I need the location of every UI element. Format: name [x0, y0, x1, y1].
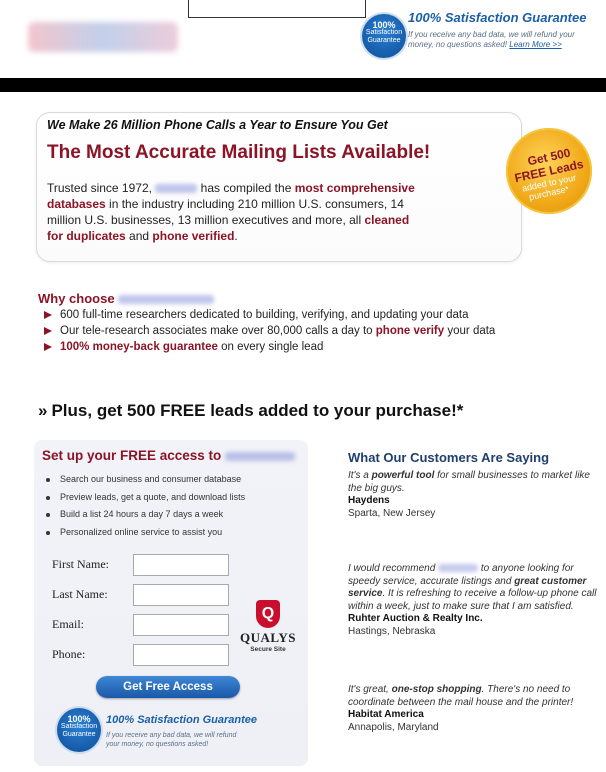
qualys-secure-badge[interactable]: Q QUALYS Secure Site	[236, 596, 300, 653]
quote-text: I would recommend	[348, 563, 436, 574]
testimonial-author: Haydens	[348, 495, 390, 506]
qualys-name: QUALYS	[240, 630, 296, 645]
hero-body: Trusted since 1972, has compiled the mos…	[47, 180, 427, 244]
first-name-input[interactable]	[133, 554, 229, 576]
why-choose-heading: Why choose	[38, 291, 215, 306]
email-label: Email:	[52, 617, 84, 631]
hero-subtitle: We Make 26 Million Phone Calls a Year to…	[47, 118, 388, 132]
top-empty-box	[188, 0, 366, 18]
qualys-secure-site: Secure Site	[250, 646, 286, 653]
list-item-text: Preview leads, get a quote, and download…	[60, 491, 246, 502]
hero-body-text: and	[129, 229, 150, 243]
bullet-dot-icon	[46, 478, 50, 482]
list-item-emphasis: 100% money-back guarantee	[60, 341, 218, 353]
list-item: Personalized online service to assist yo…	[42, 524, 245, 542]
list-item-text: Our tele-research associates make over 8…	[60, 325, 373, 337]
arrow-bullet-icon	[44, 311, 52, 319]
last-name-input[interactable]	[133, 584, 229, 606]
seal-percent: 100%	[67, 714, 91, 724]
phone-label: Phone:	[52, 647, 86, 661]
hero-body-text: .	[234, 229, 238, 243]
form-guarantee-title: 100% Satisfaction Guarantee	[106, 714, 258, 726]
double-chevron-icon: »	[38, 401, 48, 420]
hero-body-text: has compiled the	[200, 181, 292, 195]
quote-emphasis: powerful tool	[371, 470, 435, 481]
phone-input[interactable]	[133, 644, 229, 666]
testimonial: It's a powerful tool for small businesse…	[348, 470, 606, 520]
free-leads-headline: » Plus, get 500 FREE leads added to your …	[38, 401, 463, 421]
arrow-bullet-icon	[44, 343, 52, 351]
free-leads-headline-text: Plus, get 500 FREE leads added to your p…	[51, 401, 464, 420]
list-item-text: Build a list 24 hours a day 7 days a wee…	[60, 509, 224, 519]
quote-text: . It is refreshing to receive a follow-u…	[348, 588, 597, 612]
email-input[interactable]	[133, 614, 229, 636]
form-guarantee-line1: If you receive any bad data, we will ref…	[106, 732, 237, 739]
hero-title: The Most Accurate Mailing Lists Availabl…	[47, 142, 431, 163]
testimonial: It's great, one-stop shopping. There's n…	[348, 684, 606, 734]
list-item: Our tele-research associates make over 8…	[40, 323, 495, 339]
testimonial-author: Ruhter Auction & Realty Inc.	[348, 613, 483, 624]
testimonial-quote: It's a powerful tool for small businesse…	[348, 470, 606, 495]
list-item: 100% money-back guarantee on every singl…	[40, 339, 495, 355]
list-item-emphasis: phone verify	[375, 325, 445, 337]
list-item: Search our business and consumer databas…	[42, 471, 245, 489]
testimonials-heading: What Our Customers Are Saying	[348, 450, 550, 465]
list-item-text: on every single lead	[221, 341, 324, 353]
blurred-brand-name	[225, 451, 296, 461]
site-logo[interactable]	[28, 22, 178, 52]
header-divider-band	[0, 78, 606, 92]
quote-text: It's a	[348, 470, 369, 481]
header-guarantee-text: If you receive any bad data, we will ref…	[408, 30, 604, 50]
bullet-dot-icon	[46, 495, 50, 500]
list-item: Preview leads, get a quote, and download…	[42, 489, 245, 507]
satisfaction-seal-icon: 100% Satisfaction Guarantee	[57, 708, 101, 752]
list-item: 600 full-time researchers dedicated to b…	[40, 307, 495, 323]
seal-word: Satisfaction	[365, 29, 403, 36]
testimonial-quote: It's great, one-stop shopping. There's n…	[348, 684, 606, 709]
top-header: 100% Satisfaction Guarantee 100% Satisfa…	[0, 0, 606, 78]
satisfaction-seal-icon: 100% Satisfaction Guarantee	[362, 14, 406, 58]
seal-word-2: Guarantee	[62, 731, 96, 738]
why-choose-label: Why choose	[38, 291, 115, 306]
form-guarantee-line2: your money, no questions asked!	[106, 741, 209, 748]
arrow-bullet-icon	[44, 327, 52, 335]
hero-body-text: Trusted since 1972,	[47, 181, 152, 195]
testimonial-author: Habitat America	[348, 709, 424, 720]
testimonial-location: Annapolis, Maryland	[348, 721, 439, 733]
blurred-brand-name	[118, 295, 215, 305]
form-guarantee-text: If you receive any bad data, we will ref…	[106, 731, 306, 749]
learn-more-link[interactable]: Learn More >>	[509, 40, 561, 49]
list-item-text: Personalized online service to assist yo…	[60, 526, 223, 537]
testimonial-location: Sparta, New Jersey	[348, 507, 436, 519]
blurred-brand-name	[155, 184, 198, 194]
testimonial-location: Hastings, Nebraska	[348, 625, 436, 637]
free-leads-badge: Get 500 FREE Leads added to your purchas…	[506, 128, 592, 214]
why-choose-list: 600 full-time researchers dedicated to b…	[40, 307, 495, 355]
testimonial: I would recommend to anyone looking for …	[348, 563, 606, 638]
quote-emphasis: one-stop shopping	[391, 684, 482, 695]
list-item-text: 600 full-time researchers dedicated to b…	[60, 309, 469, 321]
list-item-text: your data	[447, 325, 496, 337]
hero-body-emphasis: phone verified	[152, 229, 235, 243]
get-free-access-button[interactable]: Get Free Access	[96, 676, 240, 698]
header-guarantee-line2: money, no questions asked!	[408, 40, 508, 49]
header-guarantee-title: 100% Satisfaction Guarantee	[408, 10, 587, 25]
list-item-text: Search our business and consumer databas…	[60, 474, 242, 484]
blurred-brand-name	[438, 564, 479, 573]
seal-word: Satisfaction	[60, 723, 98, 730]
seal-percent: 100%	[372, 20, 396, 30]
header-guarantee-line1: If you receive any bad data, we will ref…	[408, 30, 575, 39]
qualys-shield-icon: Q	[256, 600, 280, 628]
form-benefits-list: Search our business and consumer databas…	[42, 471, 245, 541]
seal-word-2: Guarantee	[367, 37, 401, 44]
first-name-label: First Name:	[52, 557, 109, 571]
quote-text: It's great,	[348, 684, 389, 695]
form-title-text: Set up your FREE access to	[42, 448, 222, 463]
form-title: Set up your FREE access to	[42, 448, 296, 463]
list-item: Build a list 24 hours a day 7 days a wee…	[42, 506, 245, 524]
bullet-dot-icon	[46, 513, 50, 517]
testimonial-quote: I would recommend to anyone looking for …	[348, 563, 606, 613]
bullet-dot-icon	[46, 530, 50, 535]
last-name-label: Last Name:	[52, 587, 108, 601]
